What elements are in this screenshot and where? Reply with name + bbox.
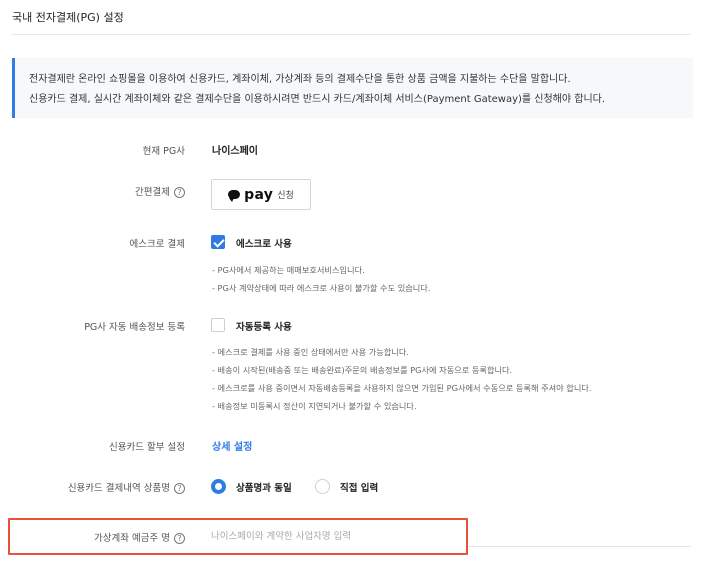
help-icon[interactable]: ? [174, 533, 185, 544]
auto-shipping-note-1: - 에스크로 결제를 사용 중인 상태에서만 사용 가능합니다. [212, 347, 410, 357]
radio-direct-input-label[interactable]: 직접 입력 [340, 480, 378, 494]
card-product-name-label: 신용카드 결제내역 상품명? [68, 480, 185, 494]
radio-same-as-product-label[interactable]: 상품명과 동일 [236, 480, 292, 494]
speech-bubble-icon [228, 190, 241, 202]
auto-shipping-note-2: - 배송이 시작된(배송중 또는 배송완료)주문의 배송정보를 PG사에 자동으… [212, 365, 513, 375]
bottom-divider [468, 546, 691, 547]
radio-same-as-product[interactable] [211, 479, 226, 494]
escrow-note-1: - PG사에서 제공하는 매매보호서비스입니다. [212, 265, 365, 275]
auto-shipping-note-4: - 배송정보 미등록시 정산이 지연되거나 불가할 수 있습니다. [212, 401, 417, 411]
auto-shipping-checkbox[interactable] [211, 318, 225, 332]
auto-shipping-checkbox-label[interactable]: 자동등록 사용 [236, 319, 292, 333]
virtual-account-holder-input[interactable] [204, 521, 462, 551]
virtual-account-label: 가상계좌 예금주 명? [94, 530, 185, 544]
auto-shipping-note-3: - 에스크로를 사용 중이면서 자동배송등록을 사용하지 않으면 가입된 PG사… [212, 383, 592, 393]
notice-line-2: 신용카드 결제, 실시간 계좌이체와 같은 결제수단을 이용하시려면 반드시 카… [29, 94, 606, 105]
installment-settings-link[interactable]: 상세 설정 [212, 438, 252, 453]
title-divider [12, 34, 691, 35]
installment-label: 신용카드 할부 설정 [109, 442, 185, 453]
easy-pay-label: 간편결제? [135, 184, 185, 198]
notice-line-1: 전자결제란 온라인 쇼핑몰을 이용하여 신용카드, 계좌이체, 가상계좌 등의 … [29, 74, 571, 85]
escrow-label: 에스크로 결제 [129, 239, 185, 250]
help-icon[interactable]: ? [174, 483, 185, 494]
naver-pay-apply-button[interactable]: pay 신청 [211, 179, 311, 210]
auto-shipping-label: PG사 자동 배송정보 등록 [84, 322, 185, 333]
pay-brand-text: pay [244, 186, 274, 203]
current-pg-label: 현재 PG사 [142, 146, 185, 157]
info-notice: 전자결제란 온라인 쇼핑몰을 이용하여 신용카드, 계좌이체, 가상계좌 등의 … [12, 58, 693, 118]
escrow-checkbox[interactable] [211, 235, 225, 249]
radio-direct-input[interactable] [315, 479, 330, 494]
page-title: 국내 전자결제(PG) 설정 [12, 11, 124, 24]
help-icon[interactable]: ? [174, 187, 185, 198]
pay-apply-label: 신청 [277, 191, 294, 201]
current-pg-value: 나이스페이 [212, 146, 258, 157]
escrow-checkbox-label[interactable]: 에스크로 사용 [236, 236, 292, 250]
escrow-note-2: - PG사 계약상태에 따라 에스크로 사용이 불가할 수도 있습니다. [212, 283, 431, 293]
